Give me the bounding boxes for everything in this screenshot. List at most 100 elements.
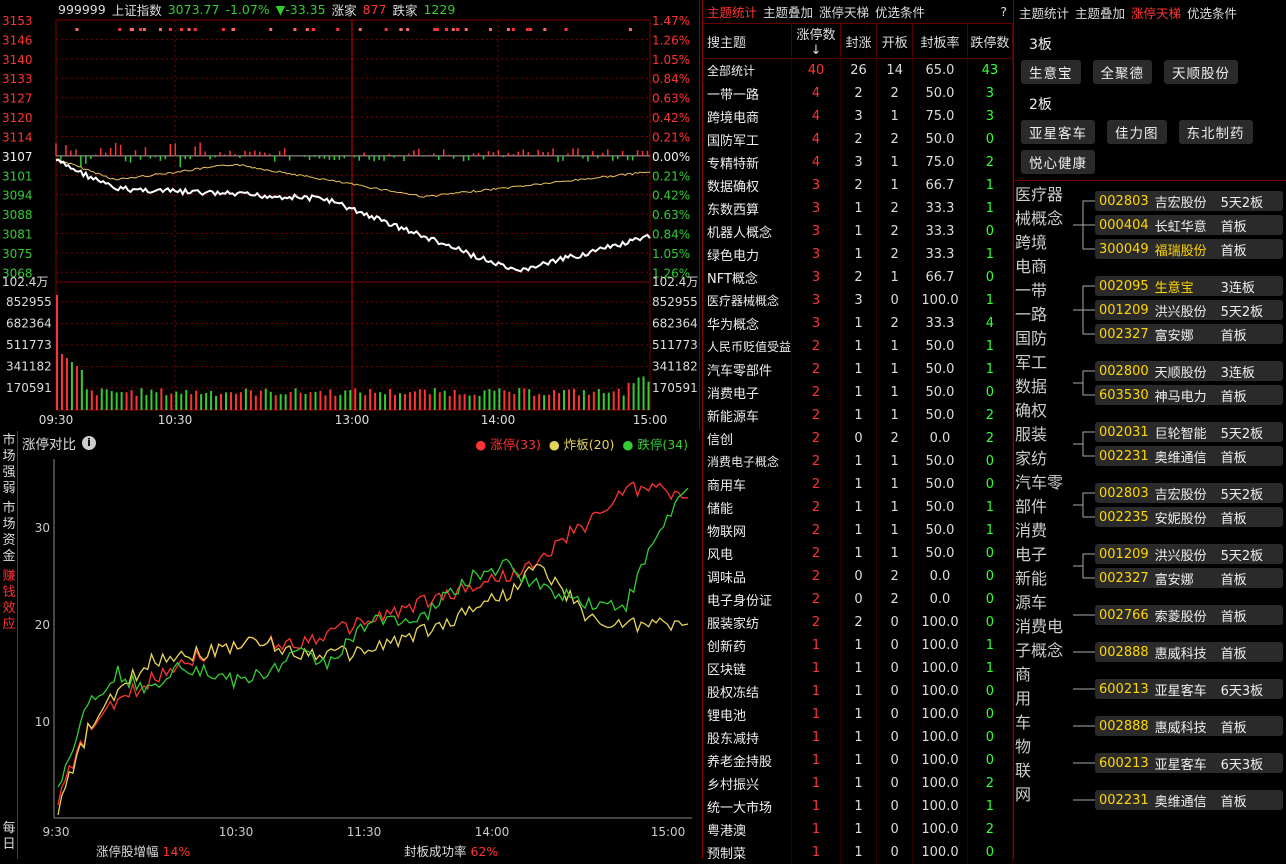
sector-row[interactable]: 预制菜 1 1 0 100.0 0 (703, 840, 1014, 864)
volume-bar (493, 390, 496, 410)
sector-row[interactable]: 创新药 1 1 0 100.0 1 (703, 633, 1014, 657)
ladder-stock[interactable]: 002327 富安娜 首板 (1095, 568, 1283, 588)
sector-row[interactable]: 华为概念 3 1 2 33.3 4 (703, 311, 1014, 335)
ladder-stock[interactable]: 002800 天顺股份 3连板 (1095, 361, 1283, 381)
ladder-stock[interactable]: 002031 巨轮智能 5天2板 (1095, 422, 1283, 442)
ladder-stock[interactable]: 002803 吉宏股份 5天2板 (1095, 483, 1283, 503)
sector-row[interactable]: NFT概念 3 2 1 66.7 0 (703, 265, 1014, 289)
ladder-stock[interactable]: 001209 洪兴股份 5天2板 (1095, 544, 1283, 564)
ladder-stock[interactable]: 600213 亚星客车 6天3板 (1095, 679, 1283, 699)
summary-row[interactable]: 全部统计 40 26 14 65.0 43 (703, 58, 1014, 82)
sector-cell: 0 (967, 541, 1014, 565)
sector-row[interactable]: 商用车 2 1 1 50.0 0 (703, 472, 1014, 496)
sector-row[interactable]: 区块链 1 1 0 100.0 1 (703, 656, 1014, 680)
stock-chip[interactable]: 亚星客车 (1021, 120, 1095, 144)
sector-row[interactable]: 风电 2 1 1 50.0 0 (703, 541, 1014, 565)
sector-row[interactable]: 锂电池 1 1 0 100.0 0 (703, 702, 1014, 726)
ladder-tab[interactable]: 主题叠加 (1075, 3, 1125, 22)
ladder-stock[interactable]: 002095 生意宝 3连板 (1095, 276, 1283, 296)
volume-bar (389, 388, 392, 410)
sector-row[interactable]: 物联网 2 1 1 50.0 1 (703, 518, 1014, 542)
column-header[interactable]: 封涨 (840, 24, 878, 59)
sector-row[interactable]: 粤港澳 1 1 0 100.0 2 (703, 817, 1014, 841)
ladder-stock[interactable]: 002888 惠威科技 首板 (1095, 716, 1283, 736)
sector-row[interactable]: 服装家纺 2 2 0 100.0 0 (703, 610, 1014, 634)
sector-row[interactable]: 养老金持股 1 1 0 100.0 0 (703, 748, 1014, 772)
event-marker (158, 28, 162, 31)
ladder-stock[interactable]: 600213 亚星客车 6天3板 (1095, 753, 1283, 773)
ladder-tab[interactable]: 优选条件 (1187, 3, 1237, 22)
summary-cell: 26 (840, 58, 878, 82)
sector-tab[interactable]: ? (1000, 4, 1007, 19)
sector-tab[interactable]: 主题叠加 (763, 2, 813, 21)
sector-tab[interactable]: 涨停天梯 (819, 2, 869, 21)
ladder-stock[interactable]: 002888 惠威科技 首板 (1095, 642, 1283, 662)
sector-row[interactable]: 绿色电力 3 1 2 33.3 1 (703, 242, 1014, 266)
ladder-stock[interactable]: 300049 福瑞股份 首板 (1095, 239, 1283, 259)
sector-row[interactable]: 电子身份证 2 0 2 0.0 0 (703, 587, 1014, 611)
intraday-index-chart[interactable]: 999999 上证指数 3073.77 -1.07% ▼-33.35 涨家 87… (0, 0, 700, 430)
ladder-stock[interactable]: 002235 安妮股份 首板 (1095, 507, 1283, 527)
stock-chip[interactable]: 悦心健康 (1021, 150, 1095, 174)
sector-row[interactable]: 国防军工 4 2 2 50.0 0 (703, 127, 1014, 151)
sector-row[interactable]: 跨境电商 4 3 1 75.0 3 (703, 104, 1014, 128)
stock-code: 002327 (1099, 570, 1149, 586)
sector-row[interactable]: 机器人概念 3 1 2 33.3 0 (703, 219, 1014, 243)
sector-cell: 2 (967, 426, 1014, 450)
ladder-tab[interactable]: 主题统计 (1019, 3, 1069, 22)
column-header[interactable]: 搜主题 (703, 24, 793, 59)
summary-cell: 40 (791, 58, 841, 82)
stock-name: 亚星客车 (1154, 683, 1207, 699)
ladder-stock[interactable]: 000404 长虹华意 首板 (1095, 215, 1283, 235)
sector-row[interactable]: 医疗器械概念 3 3 0 100.0 1 (703, 288, 1014, 312)
stock-chip[interactable]: 佳力图 (1107, 120, 1167, 144)
sector-row[interactable]: 东数西算 3 1 2 33.3 1 (703, 196, 1014, 220)
sector-row[interactable]: 调味品 2 0 2 0.0 0 (703, 564, 1014, 588)
event-marker (293, 28, 297, 31)
sector-row[interactable]: 股权冻结 1 1 0 100.0 0 (703, 679, 1014, 703)
sector-row[interactable]: 统一大市场 1 1 0 100.0 1 (703, 794, 1014, 818)
sector-row[interactable]: 专精特新 4 3 1 75.0 2 (703, 150, 1014, 174)
sector-cell: 养老金持股 (703, 748, 793, 772)
column-header[interactable]: 封板率 (912, 24, 968, 59)
ladder-stock[interactable]: 002327 富安娜 首板 (1095, 324, 1283, 344)
stock-code: 002766 (1099, 607, 1149, 623)
ladder-stock[interactable]: 002803 吉宏股份 5天2板 (1095, 191, 1283, 211)
sector-row[interactable]: 乡村振兴 1 1 0 100.0 2 (703, 771, 1014, 795)
sector-row[interactable]: 消费电子 2 1 1 50.0 0 (703, 380, 1014, 404)
stock-chip[interactable]: 全聚德 (1092, 60, 1152, 84)
sector-row[interactable]: 人民币贬值受益 2 1 1 50.0 1 (703, 334, 1014, 358)
ladder-stock[interactable]: 002766 索菱股份 首板 (1095, 605, 1283, 625)
column-header[interactable]: 跌停数 (967, 24, 1014, 59)
sector-row[interactable]: 新能源车 2 1 1 50.0 2 (703, 403, 1014, 427)
volume-bar (190, 394, 193, 410)
ladder-stock[interactable]: 001209 洪兴股份 5天2板 (1095, 300, 1283, 320)
stock-chip[interactable]: 生意宝 (1021, 60, 1081, 84)
sector-cell: 1 (840, 403, 878, 427)
sector-row[interactable]: 消费电子概念 2 1 1 50.0 0 (703, 449, 1014, 473)
stock-chip[interactable]: 东北制药 (1178, 120, 1253, 144)
ladder-stock[interactable]: 002231 奥维通信 首板 (1095, 446, 1283, 466)
sector-cell: 1 (840, 656, 878, 680)
column-header[interactable]: 开板 (876, 24, 914, 59)
sector-row[interactable]: 汽车零部件 2 1 1 50.0 1 (703, 357, 1014, 381)
sector-row[interactable]: 数据确权 3 2 1 66.7 1 (703, 173, 1014, 197)
ladder-stock[interactable]: 603530 神马电力 首板 (1095, 385, 1283, 405)
sector-row[interactable]: 储能 2 1 1 50.0 1 (703, 495, 1014, 519)
ladder-tab[interactable]: 涨停天梯 (1131, 3, 1181, 22)
column-header[interactable]: 涨停数↓ (791, 24, 841, 59)
sector-tab[interactable]: 主题统计 (707, 2, 757, 21)
ladder-stock[interactable]: 002231 奥维通信 首板 (1095, 790, 1283, 810)
pct-tick: 0.84% (652, 72, 690, 86)
sector-row[interactable]: 信创 2 0 2 0.0 2 (703, 426, 1014, 450)
x-tick: 10:30 (219, 825, 254, 839)
volume-bar (413, 391, 416, 410)
sector-cell: 人民币贬值受益 (703, 334, 793, 358)
stock-chip[interactable]: 天顺股份 (1164, 60, 1238, 84)
average-line (55, 158, 651, 198)
sector-row[interactable]: 股东减持 1 1 0 100.0 0 (703, 725, 1014, 749)
sector-tab[interactable]: 优选条件 (875, 2, 925, 21)
board-sections: 3板 生意宝 全聚德 天顺股份 2板 亚星客车 佳力图 东北制药 悦心健康 (1015, 34, 1286, 174)
sector-row[interactable]: 一带一路 4 2 2 50.0 3 (703, 81, 1014, 105)
sector-cell: 3 (967, 81, 1014, 105)
